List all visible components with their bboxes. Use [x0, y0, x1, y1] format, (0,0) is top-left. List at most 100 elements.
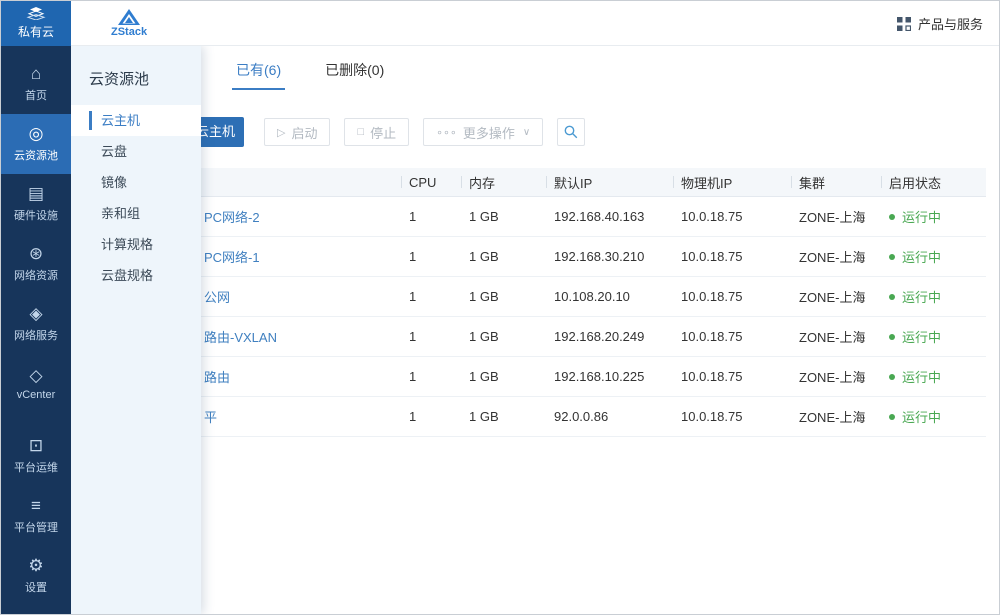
status-dot-icon — [889, 214, 895, 220]
sidebar-item-platform-ops[interactable]: ⊡ 平台运维 — [1, 426, 71, 486]
submenu-item-instance-offering[interactable]: 计算规格 — [71, 229, 201, 260]
vm-default-ip: 192.168.40.163 — [546, 197, 673, 236]
vm-cluster: ZONE-上海 — [791, 277, 881, 316]
status-badge: 运行中 — [889, 247, 941, 266]
vm-cpu: 1 — [401, 317, 461, 356]
sidebar-item-hardware[interactable]: ▤ 硬件设施 — [1, 174, 71, 234]
vm-default-ip: 192.168.20.249 — [546, 317, 673, 356]
chevron-down-icon: ∨ — [523, 127, 530, 138]
vm-cluster: ZONE-上海 — [791, 317, 881, 356]
sidebar-item-resource-pool[interactable]: ◎ 云资源池 — [1, 114, 71, 174]
status-badge: 运行中 — [889, 287, 941, 306]
table-row[interactable]: 路由 1 1 GB 192.168.10.225 10.0.18.75 ZONE… — [91, 357, 986, 397]
column-header-cpu[interactable]: CPU — [401, 168, 461, 196]
submenu-item-disk-offering[interactable]: 云盘规格 — [71, 260, 201, 291]
sidebar-item-network-service[interactable]: ◈ 网络服务 — [1, 294, 71, 354]
column-header-host-ip[interactable]: 物理机IP — [673, 168, 791, 196]
sidebar-item-vcenter[interactable]: ◇ vCenter — [1, 354, 71, 414]
private-cloud-brand: 私有云 — [1, 1, 71, 46]
ops-icon: ⊡ — [29, 437, 43, 454]
status-badge: 运行中 — [889, 367, 941, 386]
sidebar-item-home[interactable]: ⌂ 首页 — [1, 54, 71, 114]
vm-host-ip: 10.0.18.75 — [673, 237, 791, 276]
start-button[interactable]: ▷ 启动 — [264, 118, 330, 146]
vm-default-ip: 10.108.20.10 — [546, 277, 673, 316]
sidebar-item-label: 平台管理 — [14, 519, 58, 535]
sidebar-item-label: vCenter — [17, 389, 56, 401]
vm-name-link[interactable]: 路由 — [204, 367, 230, 386]
table-row[interactable]: PC网络-1 1 1 GB 192.168.30.210 10.0.18.75 … — [91, 237, 986, 277]
sidebar-item-platform-management[interactable]: ≡ 平台管理 — [1, 486, 71, 546]
status-dot-icon — [889, 294, 895, 300]
column-header-cluster[interactable]: 集群 — [791, 168, 881, 196]
layers-icon — [25, 7, 47, 20]
stop-button-label: 停止 — [370, 123, 396, 142]
vm-name-link[interactable]: PC网络-2 — [204, 207, 260, 226]
search-button[interactable] — [557, 118, 585, 146]
zstack-logo-icon — [118, 9, 140, 25]
vm-host-ip: 10.0.18.75 — [673, 317, 791, 356]
status-dot-icon — [889, 334, 895, 340]
vm-name-link[interactable]: 平 — [204, 407, 217, 426]
sidebar-item-label: 平台运维 — [14, 459, 58, 475]
column-header-status[interactable]: 启用状态 — [881, 168, 986, 196]
sidebar-item-settings[interactable]: ⚙ 设置 — [1, 546, 71, 606]
table-row[interactable]: 平 1 1 GB 92.0.0.86 10.0.18.75 ZONE-上海 运行… — [91, 397, 986, 437]
stop-button[interactable]: □ 停止 — [344, 118, 409, 146]
resource-pool-icon: ◎ — [29, 125, 44, 142]
status-badge: 运行中 — [889, 327, 941, 346]
stop-icon: □ — [357, 126, 364, 138]
vm-cluster: ZONE-上海 — [791, 357, 881, 396]
status-badge: 运行中 — [889, 207, 941, 226]
submenu-item-vm[interactable]: 云主机 — [71, 105, 201, 136]
status-dot-icon — [889, 374, 895, 380]
network-resource-icon: ⊛ — [29, 245, 43, 262]
zstack-logo: ZStack — [111, 9, 147, 38]
network-service-icon: ◈ — [29, 305, 42, 322]
sidebar-item-label: 首页 — [25, 87, 47, 103]
vm-cpu: 1 — [401, 237, 461, 276]
vm-name-link[interactable]: PC网络-1 — [204, 247, 260, 266]
status-text: 运行中 — [902, 367, 941, 386]
tab-deleted[interactable]: 已删除(0) — [325, 46, 384, 94]
table-row[interactable]: PC网络-2 1 1 GB 192.168.40.163 10.0.18.75 … — [91, 197, 986, 237]
start-icon: ▷ — [277, 126, 285, 139]
products-services-label: 产品与服务 — [918, 14, 983, 33]
submenu-item-volume[interactable]: 云盘 — [71, 136, 201, 167]
vm-name-link[interactable]: 路由-VXLAN — [204, 327, 277, 346]
vm-cluster: ZONE-上海 — [791, 197, 881, 236]
vm-default-ip: 192.168.30.210 — [546, 237, 673, 276]
vm-memory: 1 GB — [461, 397, 546, 436]
settings-icon: ⚙ — [28, 557, 43, 574]
tab-existing[interactable]: 已有(6) — [236, 46, 281, 94]
management-icon: ≡ — [31, 497, 41, 514]
vm-default-ip: 92.0.0.86 — [546, 397, 673, 436]
vm-host-ip: 10.0.18.75 — [673, 197, 791, 236]
vcenter-icon: ◇ — [29, 367, 42, 384]
resource-pool-submenu: 云资源池 云主机 云盘 镜像 亲和组 计算规格 云盘规格 — [71, 46, 201, 614]
app-window: 私有云 ZStack 产品与服务 ⌂ 首页 ◎ — [0, 0, 1000, 615]
submenu-item-image[interactable]: 镜像 — [71, 167, 201, 198]
column-header-memory[interactable]: 内存 — [461, 168, 546, 196]
more-actions-button[interactable]: ∘∘∘ 更多操作 ∨ — [423, 118, 543, 146]
vm-cluster: ZONE-上海 — [791, 237, 881, 276]
products-services-menu[interactable]: 产品与服务 — [897, 1, 983, 46]
status-text: 运行中 — [902, 327, 941, 346]
table-row[interactable]: 公网 1 1 GB 10.108.20.10 10.0.18.75 ZONE-上… — [91, 277, 986, 317]
vm-default-ip: 192.168.10.225 — [546, 357, 673, 396]
sidebar-item-network-resource[interactable]: ⊛ 网络资源 — [1, 234, 71, 294]
more-actions-label: 更多操作 — [463, 123, 515, 142]
sidebar-item-label: 设置 — [25, 579, 47, 595]
vm-cluster: ZONE-上海 — [791, 397, 881, 436]
vm-name-link[interactable]: 公网 — [204, 287, 230, 306]
vm-memory: 1 GB — [461, 317, 546, 356]
grid-icon — [897, 17, 911, 31]
sidebar-item-label: 云资源池 — [14, 147, 58, 163]
submenu-item-affinity-group[interactable]: 亲和组 — [71, 198, 201, 229]
status-text: 运行中 — [902, 247, 941, 266]
table-row[interactable]: 路由-VXLAN 1 1 GB 192.168.20.249 10.0.18.7… — [91, 317, 986, 357]
column-header-default-ip[interactable]: 默认IP — [546, 168, 673, 196]
status-text: 运行中 — [902, 207, 941, 226]
search-icon — [564, 125, 578, 139]
home-icon: ⌂ — [31, 65, 41, 82]
